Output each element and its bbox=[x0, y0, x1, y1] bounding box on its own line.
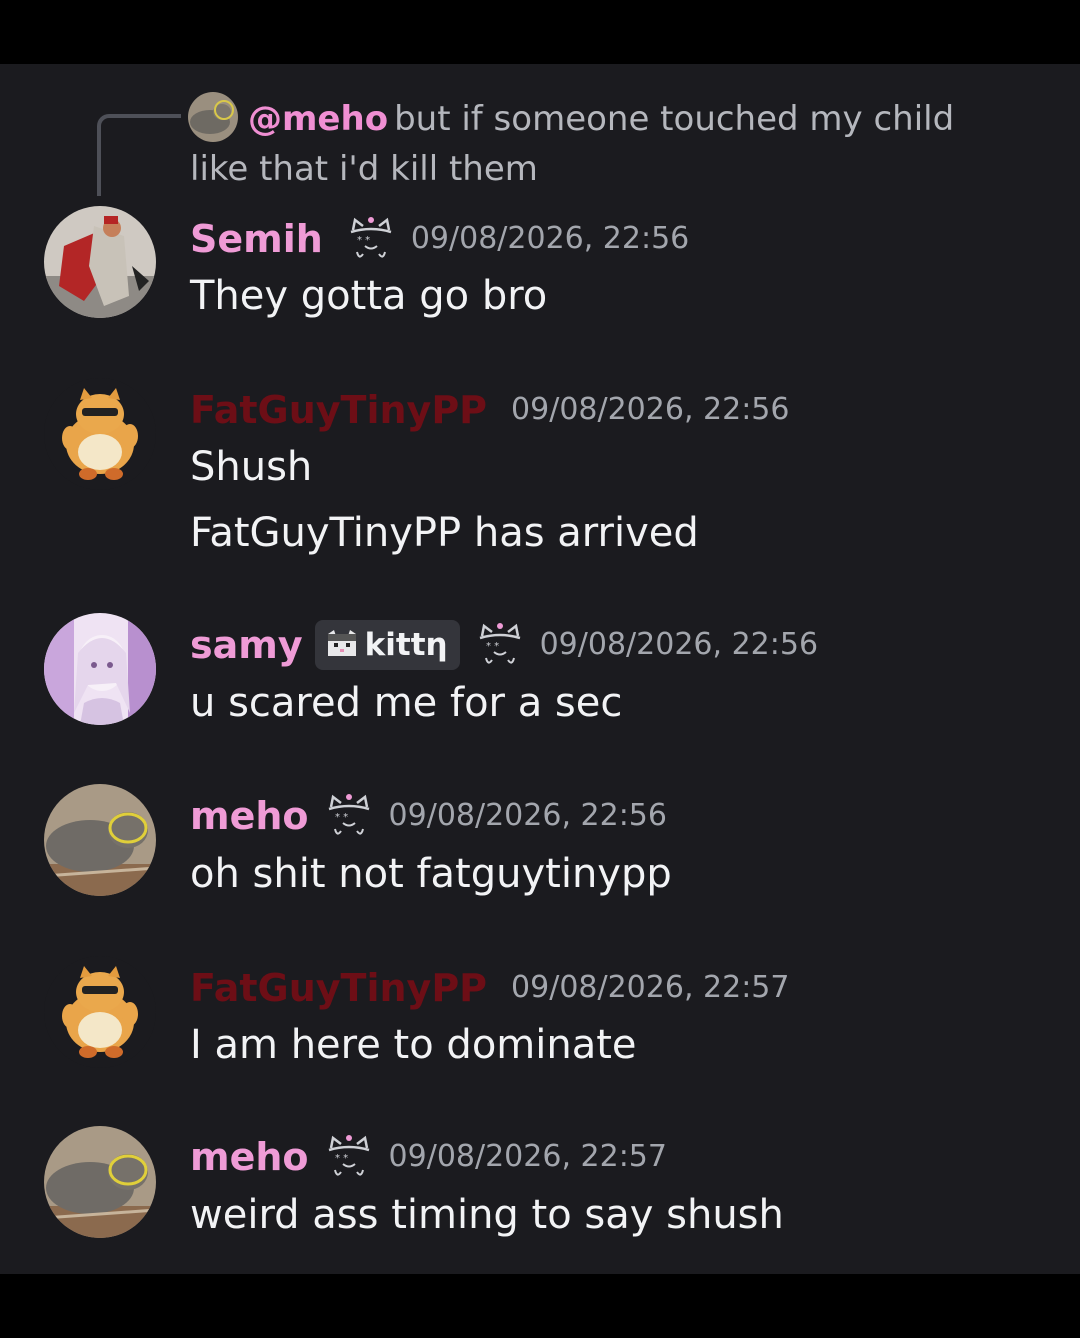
avatar[interactable] bbox=[44, 1126, 156, 1238]
cat-face-icon: * * bbox=[323, 1134, 375, 1180]
username[interactable]: meho bbox=[190, 1132, 309, 1182]
message-header: Semih * * 09/08/2026, 22:56 bbox=[190, 214, 689, 264]
avatar[interactable] bbox=[44, 206, 156, 318]
reply-preview[interactable]: @meho but if someone touched my child lik… bbox=[190, 94, 1020, 194]
pixel-cat-icon bbox=[325, 630, 359, 660]
message-text: They gotta go bro bbox=[190, 273, 548, 319]
username[interactable]: samy bbox=[190, 620, 303, 670]
server-tag[interactable]: kittη bbox=[314, 620, 460, 670]
avatar[interactable] bbox=[44, 613, 156, 725]
username[interactable]: FatGuyTinyPP bbox=[190, 963, 487, 1013]
message-header: FatGuyTinyPP 09/08/2026, 22:56 bbox=[190, 385, 789, 435]
avatar[interactable] bbox=[44, 784, 156, 896]
reply-mention[interactable]: @meho bbox=[248, 99, 388, 139]
svg-text:* *: * * bbox=[335, 812, 348, 823]
avatar[interactable] bbox=[44, 378, 156, 490]
message-text: u scared me for a sec bbox=[190, 680, 623, 726]
username[interactable]: FatGuyTinyPP bbox=[190, 385, 487, 435]
cat-face-icon: * * bbox=[474, 622, 526, 668]
navigation-bar bbox=[0, 1274, 1080, 1338]
svg-text:* *: * * bbox=[486, 641, 499, 652]
message-header: samy kittη * * 09/08/2026, 22:56 bbox=[190, 620, 818, 670]
message-header: meho * * 09/08/2026, 22:57 bbox=[190, 1132, 667, 1182]
message-header: FatGuyTinyPP 09/08/2026, 22:57 bbox=[190, 963, 789, 1013]
timestamp: 09/08/2026, 22:56 bbox=[511, 392, 790, 427]
message-text: oh shit not fatguytinypp bbox=[190, 851, 672, 897]
timestamp: 09/08/2026, 22:56 bbox=[388, 798, 667, 833]
server-tag-label: kittη bbox=[364, 627, 448, 663]
cat-face-icon: * * bbox=[323, 793, 375, 839]
avatar[interactable] bbox=[44, 956, 156, 1068]
message-text: FatGuyTinyPP has arrived bbox=[190, 510, 699, 556]
username[interactable]: meho bbox=[190, 791, 309, 841]
message-text: weird ass timing to say shush bbox=[190, 1192, 784, 1238]
timestamp: 09/08/2026, 22:56 bbox=[539, 627, 819, 662]
message-header: meho * * 09/08/2026, 22:56 bbox=[190, 791, 667, 841]
cat-face-icon: * * bbox=[345, 216, 397, 262]
username[interactable]: Semih bbox=[190, 214, 323, 264]
message-text: Shush bbox=[190, 444, 313, 490]
timestamp: 09/08/2026, 22:57 bbox=[511, 970, 790, 1005]
message-text: I am here to dominate bbox=[190, 1022, 637, 1068]
svg-text:* *: * * bbox=[335, 1153, 348, 1164]
reply-connector bbox=[97, 114, 181, 196]
status-bar bbox=[0, 0, 1080, 64]
chat-message-list[interactable]: @meho but if someone touched my child lik… bbox=[0, 64, 1080, 1274]
timestamp: 09/08/2026, 22:56 bbox=[410, 221, 690, 256]
timestamp: 09/08/2026, 22:57 bbox=[388, 1139, 667, 1174]
svg-text:* *: * * bbox=[357, 235, 370, 246]
